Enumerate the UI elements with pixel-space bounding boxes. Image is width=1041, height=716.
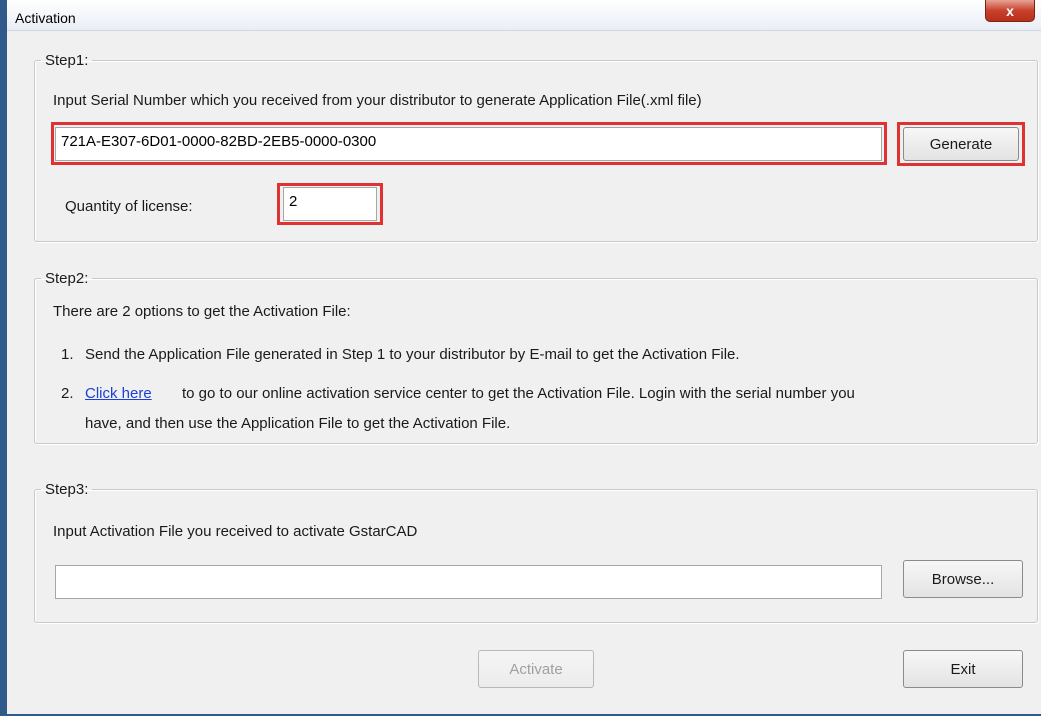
step1-legend: Step1:: [45, 52, 89, 69]
option1-number: 1.: [61, 346, 74, 363]
step2-intro: There are 2 options to get the Activatio…: [53, 303, 351, 320]
step2-legend: Step2:: [45, 270, 89, 287]
quantity-input[interactable]: 2: [283, 187, 377, 221]
option2-text-line1: to go to our online activation service c…: [182, 385, 855, 402]
quantity-label: Quantity of license:: [65, 198, 193, 215]
generate-button[interactable]: Generate: [903, 127, 1019, 161]
generate-button-label: Generate: [929, 135, 993, 153]
click-here-link[interactable]: Click here: [85, 385, 152, 402]
activation-file-input[interactable]: [55, 565, 882, 599]
activate-button[interactable]: Activate: [478, 650, 594, 688]
step3-instruction: Input Activation File you received to ac…: [53, 523, 418, 540]
close-button[interactable]: x: [985, 0, 1035, 22]
step3-group: Step3:: [34, 481, 1038, 623]
window-title: Activation: [15, 10, 76, 26]
option2-text-line2: have, and then use the Application File …: [85, 415, 511, 432]
step1-instruction: Input Serial Number which you received f…: [53, 92, 702, 109]
serial-number-input[interactable]: 721A-E307-6D01-0000-82BD-2EB5-0000-0300: [55, 127, 882, 161]
option2-number: 2.: [61, 385, 74, 402]
activate-button-label: Activate: [509, 660, 563, 678]
exit-button[interactable]: Exit: [903, 650, 1023, 688]
step3-legend: Step3:: [45, 481, 89, 498]
activation-dialog: Activation x Step1: Input Serial Number …: [0, 0, 1041, 716]
browse-button[interactable]: Browse...: [903, 560, 1023, 598]
option1-text: Send the Application File generated in S…: [85, 346, 740, 363]
browse-button-label: Browse...: [931, 570, 995, 588]
exit-button-label: Exit: [950, 660, 976, 678]
title-bar: Activation: [7, 0, 1041, 31]
close-icon: x: [1006, 2, 1014, 19]
